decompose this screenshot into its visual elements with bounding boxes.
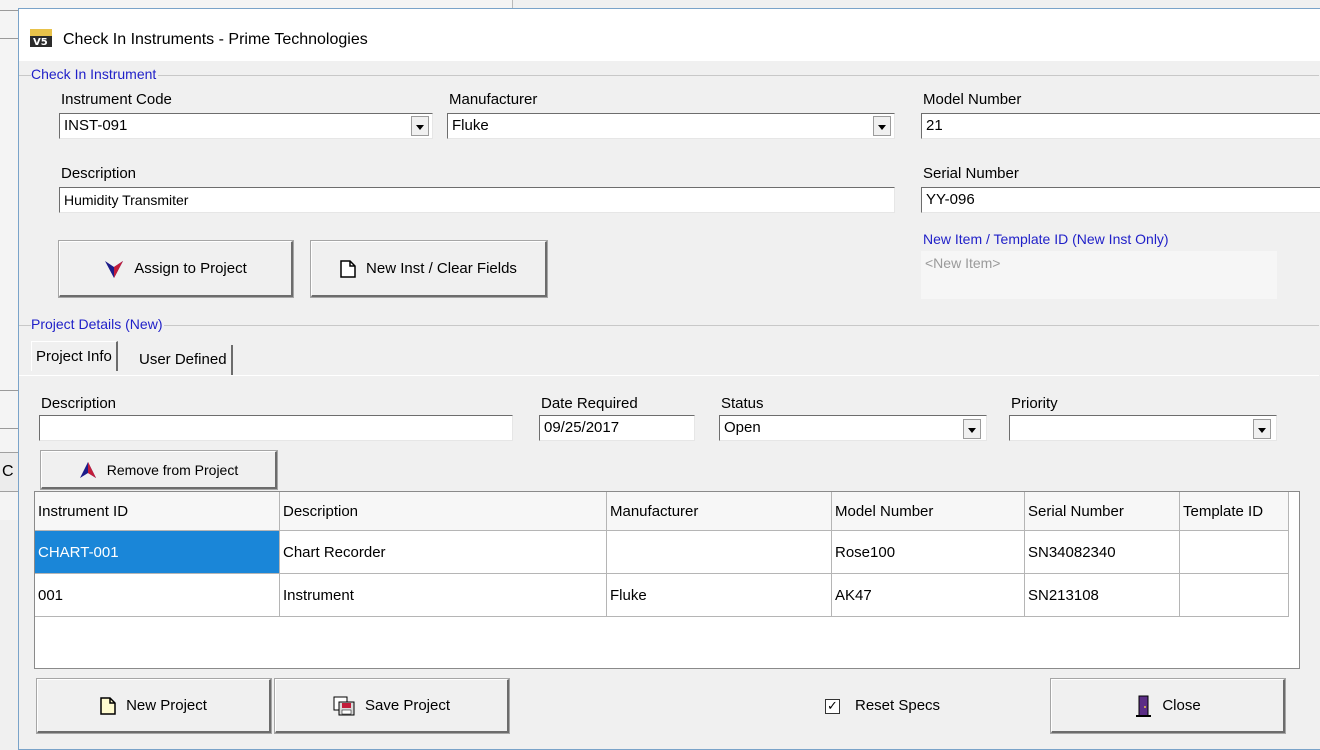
serial-number-label: Serial Number (923, 165, 1019, 182)
column-header[interactable]: Instrument ID (35, 492, 280, 531)
table-cell[interactable]: CHART-001 (35, 530, 280, 574)
table-header-row: Instrument ID Description Manufacturer M… (35, 492, 1289, 531)
project-group-label: Project Details (New) (31, 316, 165, 332)
table-cell[interactable]: SN34082340 (1024, 530, 1180, 574)
table-cell[interactable]: AK47 (831, 573, 1025, 617)
dropdown-arrow-icon[interactable] (411, 116, 429, 136)
save-project-button[interactable]: Save Project (274, 678, 510, 734)
remove-button-label: Remove from Project (106, 461, 239, 478)
close-button[interactable]: Close (1050, 678, 1286, 734)
check-in-group-label: Check In Instrument (31, 66, 159, 82)
status-combobox[interactable]: Open (719, 415, 987, 441)
column-header[interactable]: Template ID (1179, 492, 1289, 531)
serial-number-input[interactable]: YY-096 (921, 187, 1320, 213)
project-description-label: Description (41, 395, 117, 412)
template-id-label: New Item / Template ID (New Inst Only) (923, 231, 1169, 247)
table-cell[interactable] (1179, 573, 1289, 617)
app-v5-icon: V5 (30, 29, 52, 47)
new-document-icon (340, 259, 356, 278)
project-description-input[interactable] (39, 415, 513, 441)
instrument-code-combobox[interactable]: INST-091 (59, 113, 433, 139)
table-cell[interactable]: 001 (35, 573, 280, 617)
group-border (19, 325, 1319, 326)
instrument-table: Instrument ID Description Manufacturer M… (35, 492, 1289, 617)
new-inst-clear-fields-button[interactable]: New Inst / Clear Fields (310, 240, 548, 298)
table-cell[interactable] (606, 530, 832, 574)
template-id-field[interactable]: <New Item> (921, 251, 1277, 299)
assign-down-arrow-icon (105, 260, 124, 278)
column-header[interactable]: Serial Number (1024, 492, 1180, 531)
remove-up-arrow-icon (79, 461, 96, 478)
close-door-icon (1136, 695, 1152, 717)
column-header[interactable]: Manufacturer (606, 492, 832, 531)
save-project-icon (333, 696, 355, 715)
save-project-label: Save Project (364, 697, 451, 714)
remove-from-project-button[interactable]: Remove from Project (40, 450, 278, 490)
group-border (19, 75, 1319, 76)
priority-combobox[interactable] (1009, 415, 1277, 441)
instrument-grid[interactable]: Instrument ID Description Manufacturer M… (34, 491, 1300, 669)
tab-border (19, 375, 1319, 376)
column-header[interactable]: Model Number (831, 492, 1025, 531)
new-document-icon (100, 696, 116, 715)
check-in-window: V5 Check In Instruments - Prime Technolo… (18, 8, 1320, 750)
title-bar: V5 Check In Instruments - Prime Technolo… (19, 9, 1320, 61)
model-number-input[interactable]: 21 (921, 113, 1320, 139)
table-row[interactable]: CHART-001 Chart Recorder Rose100 SN34082… (35, 530, 1289, 574)
table-cell[interactable]: Rose100 (831, 530, 1025, 574)
description-input[interactable]: Humidity Transmiter (59, 187, 895, 213)
status-label: Status (721, 395, 764, 412)
reset-specs-checkbox[interactable]: ✓ (825, 699, 840, 714)
model-number-label: Model Number (923, 91, 1022, 108)
column-header[interactable]: Description (279, 492, 607, 531)
table-cell[interactable] (1179, 530, 1289, 574)
dropdown-arrow-icon[interactable] (873, 116, 891, 136)
dropdown-arrow-icon[interactable] (1253, 419, 1271, 439)
assign-to-project-button[interactable]: Assign to Project (58, 240, 294, 298)
dropdown-arrow-icon[interactable] (963, 419, 981, 439)
assign-button-label: Assign to Project (134, 260, 247, 277)
instrument-code-label: Instrument Code (61, 91, 172, 108)
table-cell[interactable]: Instrument (279, 573, 607, 617)
date-required-label: Date Required (541, 395, 638, 412)
table-cell[interactable]: Fluke (606, 573, 832, 617)
new-project-button[interactable]: New Project (36, 678, 272, 734)
reset-specs-label: Reset Specs (855, 697, 941, 714)
manufacturer-label: Manufacturer (449, 91, 538, 108)
tab-user-defined[interactable]: User Defined (135, 345, 233, 375)
description-label: Description (61, 165, 137, 182)
window-title: Check In Instruments - Prime Technologie… (63, 31, 368, 48)
table-row[interactable]: 001 Instrument Fluke AK47 SN213108 (35, 573, 1289, 617)
svg-text:V5: V5 (33, 37, 48, 47)
new-inst-button-label: New Inst / Clear Fields (366, 260, 517, 277)
new-project-label: New Project (126, 697, 207, 714)
priority-label: Priority (1011, 395, 1058, 412)
tab-project-info[interactable]: Project Info (31, 341, 118, 371)
table-cell[interactable]: SN213108 (1024, 573, 1180, 617)
date-required-input[interactable]: 09/25/2017 (539, 415, 695, 441)
close-label: Close (1162, 697, 1201, 714)
table-cell[interactable]: Chart Recorder (279, 530, 607, 574)
manufacturer-combobox[interactable]: Fluke (447, 113, 895, 139)
